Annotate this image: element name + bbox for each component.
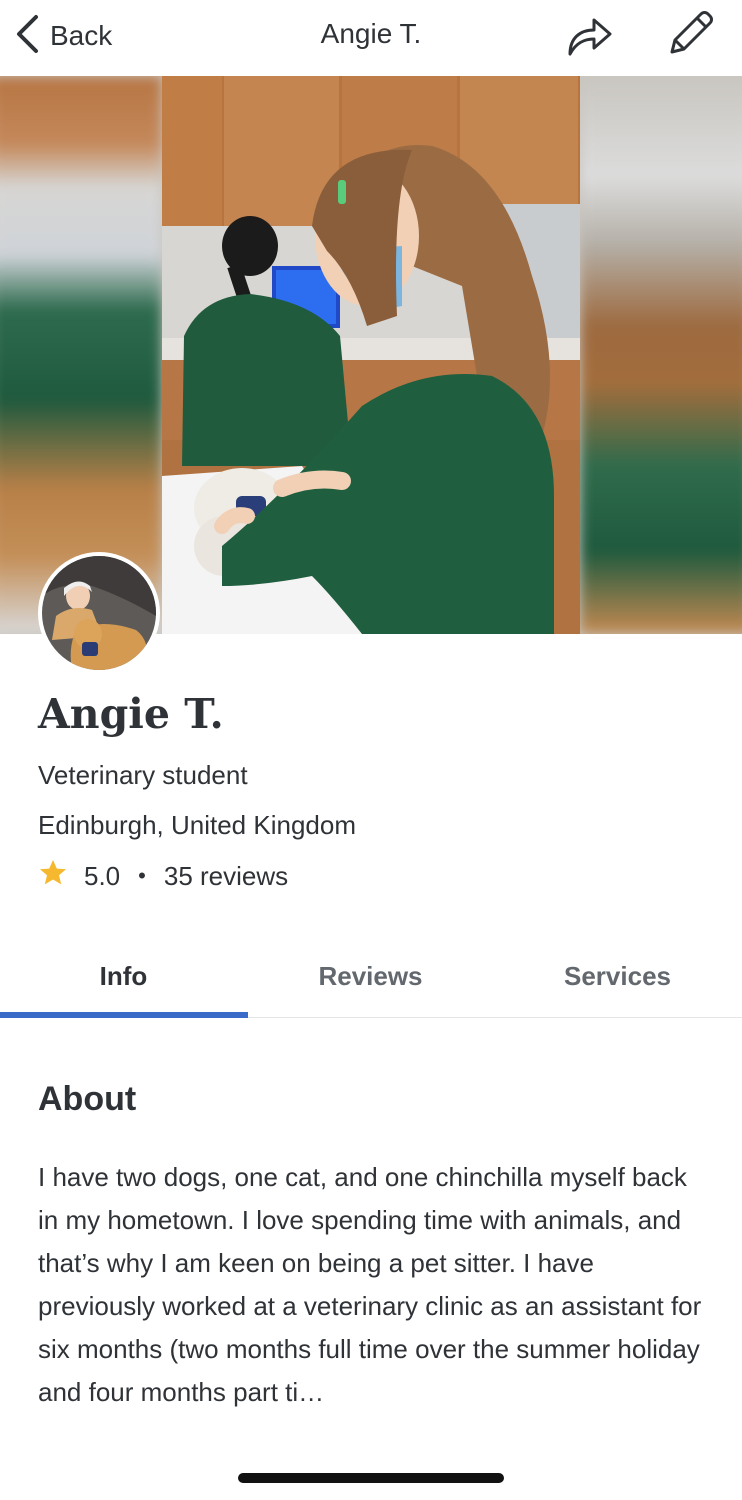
profile-tabs: Info Reviews Services (0, 934, 742, 1018)
profile-location: Edinburgh, United Kingdom (38, 810, 356, 840)
profile-photo (162, 76, 580, 634)
back-label: Back (50, 20, 113, 51)
about-text[interactable]: I have two dogs, one cat, and one chinch… (38, 1156, 708, 1414)
tab-reviews[interactable]: Reviews (247, 934, 494, 1018)
previous-photo-preview (0, 76, 162, 634)
share-icon (564, 18, 614, 62)
share-button[interactable] (564, 12, 614, 58)
pencil-icon (664, 11, 716, 64)
tab-info[interactable]: Info (0, 934, 247, 1018)
rating-separator: • (138, 863, 146, 888)
star-icon (38, 858, 68, 895)
profile-screen: Back Angie T. Angie T. Veterinary studen… (0, 0, 742, 1500)
rating-row[interactable]: 5.0 • 35 reviews (38, 858, 288, 894)
active-tab-indicator (0, 1012, 248, 1018)
edit-button[interactable] (664, 8, 716, 60)
profile-photo-carousel[interactable] (0, 76, 742, 634)
reviews-count: 35 reviews (163, 860, 289, 891)
home-indicator[interactable] (238, 1473, 504, 1483)
about-heading: About (38, 1080, 137, 1118)
navigation-bar: Back Angie T. (0, 0, 742, 76)
rating-value: 5.0 (84, 860, 121, 891)
profile-name: Angie T. (38, 690, 224, 738)
avatar[interactable] (38, 552, 160, 674)
chevron-left-icon (14, 14, 40, 59)
profile-role: Veterinary student (38, 760, 248, 790)
back-button[interactable]: Back (14, 14, 112, 58)
next-photo-preview (580, 76, 742, 634)
tab-services[interactable]: Services (494, 934, 741, 1018)
